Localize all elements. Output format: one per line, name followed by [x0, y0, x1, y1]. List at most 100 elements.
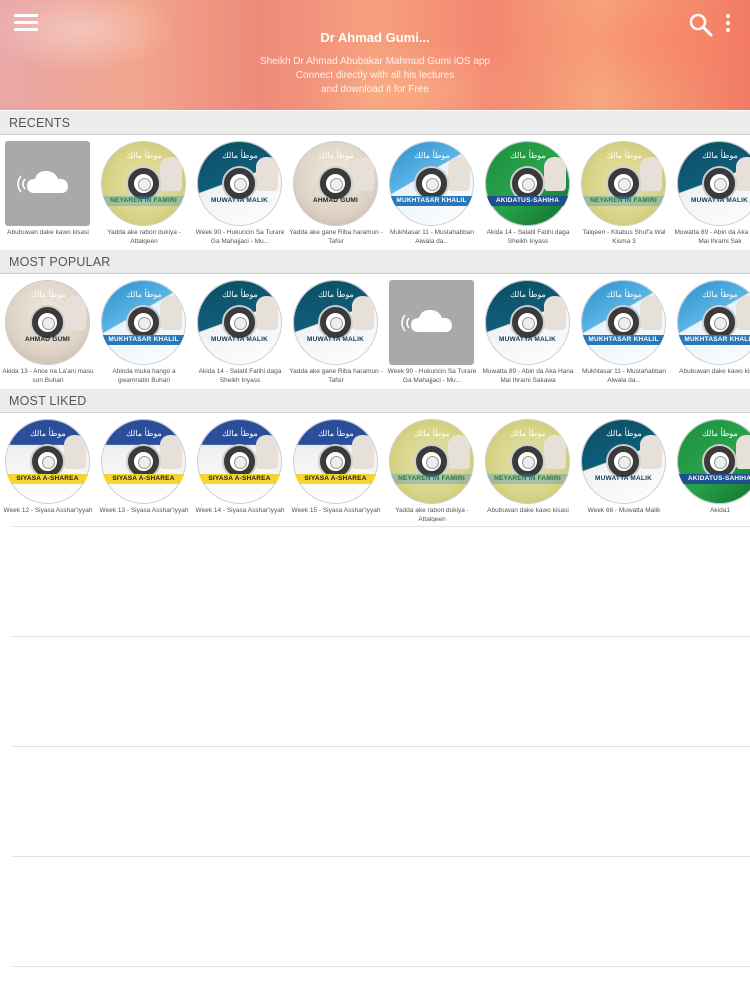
lecture-item[interactable]: موطأ مالك MUWATTA MALIK Muwatta 89 - Abin …	[480, 280, 574, 388]
lecture-title: Yadda ake gane Riba haramun - Tafsir	[289, 229, 383, 245]
lecture-item[interactable]: موطأ مالك MUWATTA MALIK Week 66 - Muwatta …	[576, 419, 668, 527]
most-popular-row[interactable]: موطأ مالك AHMAD GUMI Akida 13 - Ance na La…	[0, 280, 750, 388]
disc-title-text: MUKHTASAR KHALIL	[389, 196, 474, 206]
lecture-item[interactable]: موطأ مالك MUWATTA MALIK Yadda ake gane Rib…	[288, 280, 383, 388]
cd-cover-thumbnail: موطأ مالك MUWATTA MALIK	[197, 280, 282, 365]
lecture-item[interactable]: موطأ مالك SIYASA A-SHAREA Week 12 - Siyasa…	[0, 419, 92, 527]
section-title: MOST POPULAR	[9, 255, 111, 269]
lecture-title: Mukhtasar 11 - Mustahabban Alwala da...	[389, 229, 475, 245]
speaker-photo	[256, 435, 278, 469]
lecture-item[interactable]: موطأ مالك SIYASA A-SHAREA Week 15 - Siyasa…	[288, 419, 380, 527]
lecture-title: Yadda ake rabon dukiya - Attalqeen	[395, 507, 469, 523]
lecture-title: Abubuwan dake kawo kisasi	[679, 368, 750, 375]
cd-disc-image: موطأ مالك SIYASA A-SHAREA	[5, 419, 90, 504]
more-vertical-icon[interactable]	[722, 14, 734, 36]
lecture-item[interactable]: موطأ مالك MUWATTA MALIK Muwatta 89 - Abin …	[672, 141, 750, 249]
empty-list-row	[0, 857, 750, 967]
cd-disc-image: موطأ مالك AKIDATUS-SAHIHA	[677, 419, 750, 504]
cd-disc-image: موطأ مالك MUKHTASAR KHALIL	[101, 280, 186, 365]
cd-cover-thumbnail: موطأ مالك MUWATTA MALIK	[293, 280, 378, 365]
disc-hub	[32, 307, 63, 338]
disc-title-text: MUKHTASAR KHALIL	[581, 335, 666, 345]
search-icon[interactable]	[688, 12, 714, 38]
disc-title-text: AHMAD GUMI	[25, 336, 70, 343]
cd-disc-image: موطأ مالك MUKHTASAR KHALIL	[389, 141, 474, 226]
speaker-photo	[352, 157, 374, 191]
cd-cover-thumbnail: موطأ مالك MUWATTA MALIK	[677, 141, 750, 226]
lecture-item[interactable]: موطأ مالك AHMAD GUMI Yadda ake gane Riba h…	[288, 141, 383, 249]
lecture-title: Akida 14 - Salatil Fatihi daga Sheikh In…	[486, 229, 570, 245]
lecture-item[interactable]: Abubuwan dake kawo kisasi	[0, 141, 92, 249]
lecture-item[interactable]: موطأ مالك AHMAD GUMI Akida 13 - Ance na La…	[0, 280, 94, 388]
lecture-title: Yadda ake gane Riba haramun - Tafsir	[289, 368, 383, 384]
lecture-item[interactable]: موطأ مالك AKIDATUS-SAHIHA Akida 14 - Salat…	[480, 141, 572, 249]
lecture-item[interactable]: موطأ مالك MUWATTA MALIK Akida 14 - Salatil…	[192, 280, 284, 388]
section-header: MOST LIKED	[0, 389, 750, 413]
cloud-placeholder-thumbnail	[5, 141, 90, 226]
disc-title-text: SIYASA A-SHAREA	[101, 474, 186, 484]
cd-cover-thumbnail: موطأ مالك SIYASA A-SHAREA	[197, 419, 282, 504]
speaker-photo	[256, 296, 278, 330]
subtitle-line: Connect directly with all his lectures	[295, 70, 455, 81]
lecture-item[interactable]: موطأ مالك NEYAREN IN FAMIRI Yadda ake rabo…	[96, 141, 188, 249]
cd-disc-image: موطأ مالك SIYASA A-SHAREA	[101, 419, 186, 504]
lecture-item[interactable]: موطأ مالك SIYASA A-SHAREA Week 14 - Siyasa…	[192, 419, 284, 527]
section-header: RECENTS	[0, 111, 750, 135]
disc-title-text: NEYAREN IN FAMIRI	[101, 196, 186, 206]
speaker-photo	[64, 435, 86, 469]
subtitle-line: and download it for Free	[321, 84, 429, 95]
lecture-item[interactable]: Week 90 - Hukuncin Sa Turare Ga Mahajjac…	[384, 280, 476, 388]
speaker-photo	[352, 296, 374, 330]
lecture-item[interactable]: موطأ مالك AKIDATUS-SAHIHA Akida1	[672, 419, 750, 527]
lecture-title: Yadda ake rabon dukiya - Attalqeen	[107, 229, 181, 245]
lecture-item[interactable]: موطأ مالك MUKHTASAR KHALIL Abinda muka han…	[96, 280, 188, 388]
app-header: Dr Ahmad Gumi... Sheikh Dr Ahmad Abubaka…	[0, 0, 750, 110]
disc-hub	[224, 446, 255, 477]
disc-title-text: MUWATTA MALIK	[211, 197, 268, 204]
disc-title-text: NEYAREN IN FAMIRI	[581, 196, 666, 206]
cd-disc-image: موطأ مالك MUWATTA MALIK	[581, 419, 666, 504]
lecture-item[interactable]: موطأ مالك NEYAREN IN FAMIRI Talqeen - Kita…	[576, 141, 668, 249]
cd-disc-image: موطأ مالك NEYAREN IN FAMIRI	[389, 419, 474, 504]
disc-hub	[704, 307, 735, 338]
disc-hub	[224, 168, 255, 199]
cd-cover-thumbnail: موطأ مالك AKIDATUS-SAHIHA	[677, 419, 750, 504]
disc-hub	[608, 168, 639, 199]
lecture-item[interactable]: موطأ مالك MUKHTASAR KHALIL Mukhtasar 11 - …	[384, 141, 476, 249]
lecture-title: Akida 14 - Salatil Fatihi daga Sheikh In…	[198, 368, 282, 384]
speaker-photo	[544, 157, 566, 191]
speaker-photo	[256, 157, 278, 191]
disc-title-text: MUWATTA MALIK	[307, 336, 364, 343]
lecture-item[interactable]: موطأ مالك SIYASA A-SHAREA Week 13 - Siyasa…	[96, 419, 188, 527]
lecture-item[interactable]: موطأ مالك NEYAREN IN FAMIRI Yadda ake rabo…	[384, 419, 476, 527]
cd-disc-image: موطأ مالك AKIDATUS-SAHIHA	[485, 141, 570, 226]
speaker-photo	[736, 157, 750, 191]
lecture-title: Week 90 - Hukuncin Sa Turare Ga Mahajjac…	[195, 229, 285, 245]
section-title: RECENTS	[9, 116, 71, 130]
section-title: MOST LIKED	[9, 394, 87, 408]
disc-hub	[320, 307, 351, 338]
disc-hub	[320, 168, 351, 199]
subtitle-line: Sheikh Dr Ahmad Abubakar Mahmud Gumi iOS…	[259, 56, 491, 67]
disc-title-text: MUWATTA MALIK	[499, 336, 556, 343]
lecture-item[interactable]: موطأ مالك MUWATTA MALIK Week 90 - Hukuncin…	[192, 141, 284, 249]
cd-cover-thumbnail: موطأ مالك MUKHTASAR KHALIL	[581, 280, 666, 365]
cd-disc-image: موطأ مالك MUWATTA MALIK	[677, 141, 750, 226]
speaker-photo	[640, 435, 662, 469]
cd-cover-thumbnail: موطأ مالك SIYASA A-SHAREA	[101, 419, 186, 504]
lecture-item[interactable]: موطأ مالك NEYAREN IN FAMIRI Abubuwan dake …	[480, 419, 572, 527]
lecture-title: Week 14 - Siyasa Asshar'iyyah	[195, 507, 285, 514]
cd-cover-thumbnail: موطأ مالك MUWATTA MALIK	[581, 419, 666, 504]
disc-title-text: AKIDATUS-SAHIHA	[677, 474, 750, 484]
lecture-title: Week 90 - Hukuncin Sa Turare Ga Mahajjac…	[387, 368, 477, 384]
lecture-title: Akida 13 - Ance na La'ani masu son Buhar…	[2, 368, 94, 384]
cd-disc-image: موطأ مالك AHMAD GUMI	[5, 280, 90, 365]
lecture-item[interactable]: موطأ مالك MUKHTASAR KHALIL Abubuwan dake k…	[672, 280, 750, 388]
speaker-photo	[736, 296, 750, 330]
speaker-photo	[352, 435, 374, 469]
cd-disc-image: موطأ مالك MUWATTA MALIK	[293, 280, 378, 365]
lecture-item[interactable]: موطأ مالك MUKHTASAR KHALIL Mukhtasar 11 - …	[576, 280, 668, 388]
cd-disc-image: موطأ مالك MUWATTA MALIK	[197, 280, 282, 365]
most-liked-row[interactable]: موطأ مالك SIYASA A-SHAREA Week 12 - Siyasa…	[0, 419, 750, 527]
recents-row[interactable]: Abubuwan dake kawo kisasi موطأ مالك NEYARE…	[0, 141, 750, 249]
